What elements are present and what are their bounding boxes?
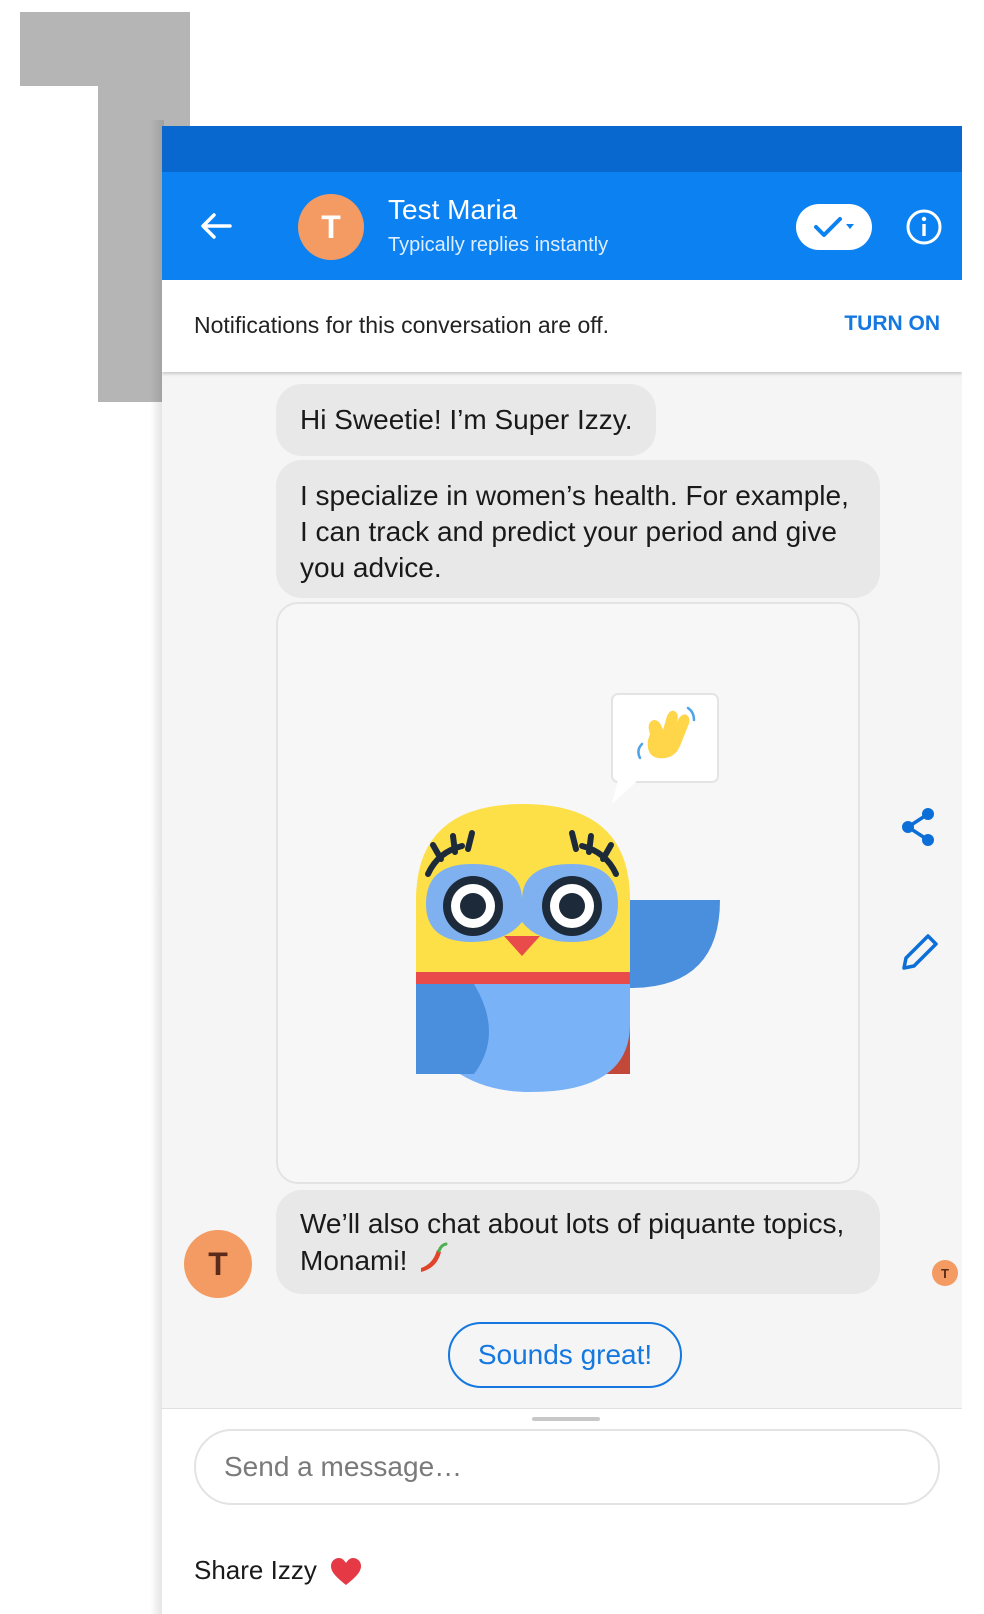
message-bubble: Hi Sweetie! I’m Super Izzy. <box>276 384 657 456</box>
drag-handle[interactable] <box>532 1417 600 1421</box>
check-dropdown-icon <box>814 217 854 237</box>
quick-reply-button[interactable]: Sounds great! <box>448 1322 682 1388</box>
media-card[interactable] <box>276 602 860 1184</box>
check-dropdown-button[interactable] <box>796 204 872 250</box>
share-text: Share Izzy <box>194 1555 317 1585</box>
avatar: T <box>184 1230 252 1298</box>
chili-pepper-icon <box>421 1242 448 1272</box>
message-text: We’ll also chat about lots of piquante t… <box>300 1208 845 1276</box>
turn-on-button[interactable]: TURN ON <box>844 312 940 336</box>
notification-banner: Notifications for this conversation are … <box>162 280 962 372</box>
chat-header: T Test Maria Typically replies instantly <box>162 172 962 280</box>
contact-status: Typically replies instantly <box>388 234 609 256</box>
contact-name: Test Maria <box>388 194 518 225</box>
messenger-window: T Test Maria Typically replies instantly… <box>162 126 962 1614</box>
message-text: I specialize in women’s health. For exam… <box>300 480 849 583</box>
share-icon[interactable] <box>894 802 944 852</box>
avatar[interactable]: T <box>298 194 364 260</box>
message-bubble: We’ll also chat about lots of piquante t… <box>276 1190 880 1294</box>
status-bar <box>162 126 962 172</box>
message-input[interactable] <box>194 1429 940 1505</box>
edit-icon[interactable] <box>894 928 944 978</box>
share-link[interactable]: Share Izzy <box>194 1555 362 1586</box>
message-text: Hi Sweetie! I’m Super Izzy. <box>300 404 633 435</box>
notification-text: Notifications for this conversation are … <box>194 312 610 338</box>
owl-illustration <box>416 693 720 1092</box>
back-arrow-icon[interactable] <box>192 202 240 250</box>
read-receipt-avatar: T <box>932 1260 958 1286</box>
heart-icon <box>331 1558 362 1586</box>
message-bubble: I specialize in women’s health. For exam… <box>276 460 880 598</box>
composer: Share Izzy <box>162 1408 962 1614</box>
info-icon[interactable] <box>900 203 948 251</box>
